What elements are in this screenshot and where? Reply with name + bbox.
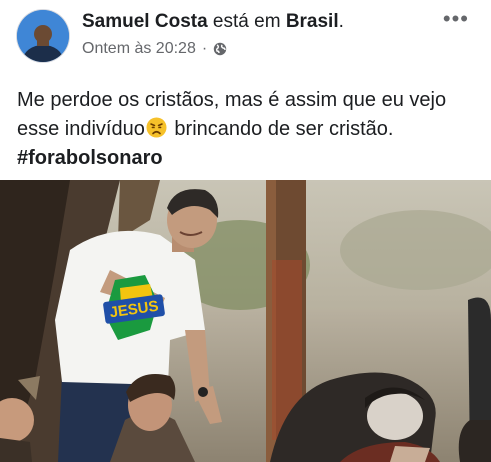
author-name[interactable]: Samuel Costa	[82, 11, 208, 32]
checkin-suffix: .	[338, 11, 344, 32]
post-timestamp[interactable]: Ontem às 20:28	[82, 39, 196, 59]
author-avatar[interactable]	[17, 10, 69, 62]
post-meta: Ontem às 20:28 ·	[82, 39, 227, 59]
globe-icon[interactable]	[213, 42, 227, 56]
more-options-icon[interactable]: •••	[443, 8, 469, 30]
post-header: Samuel Costa está em Brasil. Ontem às 20…	[0, 0, 491, 74]
checkin-location[interactable]: Brasil	[286, 11, 339, 32]
hashtag-link[interactable]: #forabolsonaro	[17, 147, 163, 169]
checkin-verb: está em	[207, 11, 286, 32]
post-text: Me perdoe os cristãos, mas é assim que e…	[17, 86, 482, 173]
meta-separator: ·	[201, 40, 208, 57]
author-line: Samuel Costa está em Brasil.	[82, 11, 344, 33]
post-text-part2: brincando de ser cristão.	[168, 118, 394, 140]
photo-illustration: JESUS	[0, 180, 491, 462]
post-photo[interactable]: JESUS	[0, 180, 491, 462]
weary-face-icon	[146, 117, 167, 138]
facebook-post: Samuel Costa está em Brasil. Ontem às 20…	[0, 0, 491, 462]
